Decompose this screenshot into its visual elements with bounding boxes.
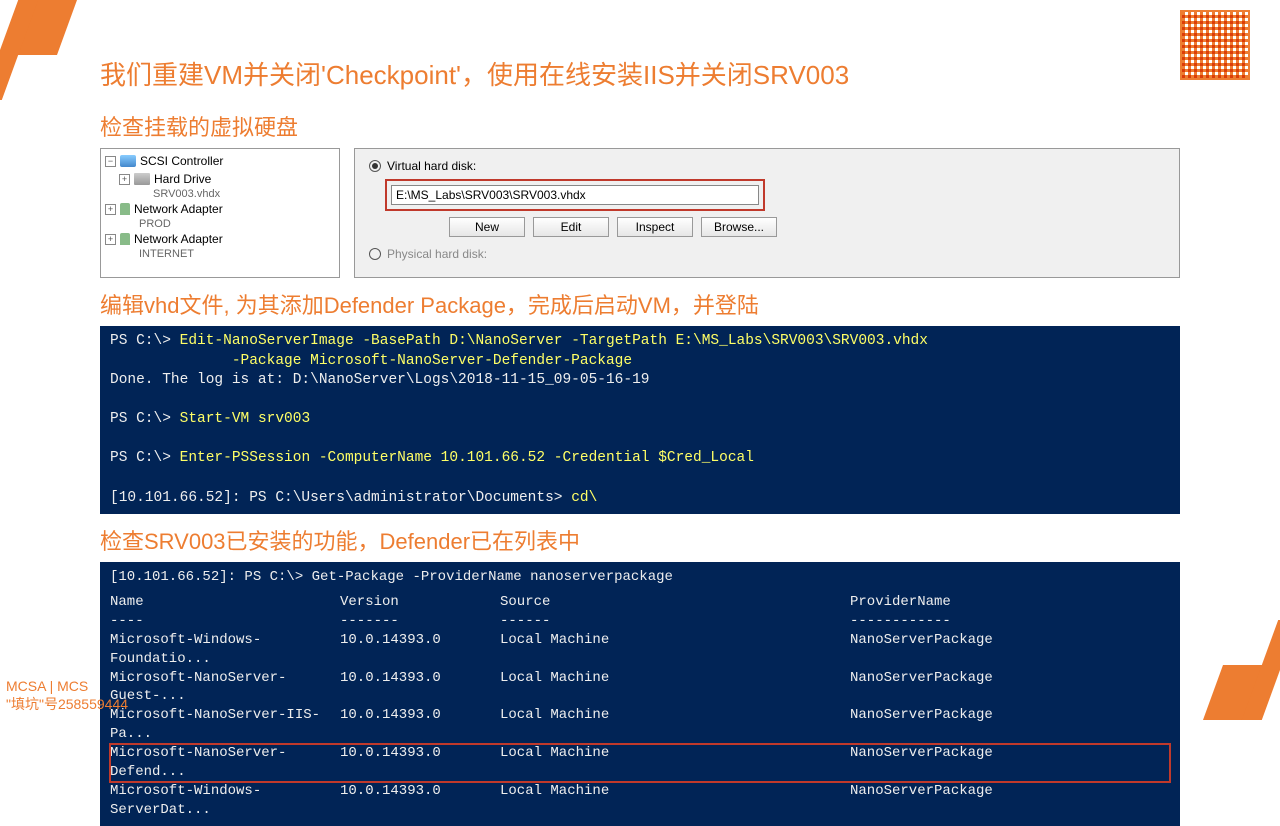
- radio-physical-disk[interactable]: Physical hard disk:: [369, 247, 1165, 261]
- inspect-button[interactable]: Inspect: [617, 217, 693, 237]
- expand-icon[interactable]: +: [119, 174, 130, 185]
- tree-item-network2[interactable]: + Network Adapter: [101, 230, 339, 248]
- radio-virtual-disk[interactable]: Virtual hard disk:: [369, 159, 1165, 173]
- expand-icon[interactable]: +: [105, 234, 116, 245]
- scsi-icon: [120, 155, 136, 167]
- ps-command: Get-Package -ProviderName nanoserverpack…: [312, 569, 673, 585]
- radio-unselected-icon: [369, 248, 381, 260]
- tree-sublabel: PROD: [101, 218, 339, 230]
- footer-line-2: "填坑"号258559444: [6, 694, 128, 714]
- collapse-icon[interactable]: −: [105, 156, 116, 167]
- network-icon: [120, 203, 130, 215]
- ps-prompt: [10.101.66.52]: PS C:\>: [110, 569, 312, 585]
- tree-item-scsi[interactable]: − SCSI Controller: [101, 152, 339, 170]
- vhd-path-highlight: [385, 179, 765, 211]
- vhd-settings-panel: Virtual hard disk: New Edit Inspect Brow…: [354, 148, 1180, 278]
- network-icon: [120, 233, 130, 245]
- powershell-block-2: [10.101.66.52]: PS C:\> Get-Package -Pro…: [100, 562, 1180, 826]
- package-row: Microsoft-Windows-ServerDat...10.0.14393…: [110, 782, 1170, 820]
- tree-item-harddrive[interactable]: + Hard Drive: [101, 170, 339, 188]
- tree-label: Network Adapter: [134, 202, 223, 216]
- package-row: Microsoft-Windows-Foundatio...10.0.14393…: [110, 631, 1170, 669]
- section-heading-edit-vhd: 编辑vhd文件, 为其添加Defender Package，完成后启动VM，并登…: [100, 288, 1180, 320]
- new-button[interactable]: New: [449, 217, 525, 237]
- tree-label: Hard Drive: [154, 172, 211, 186]
- footer: MCSA | MCS "填坑"号258559444: [6, 678, 128, 714]
- package-row: Microsoft-NanoServer-IIS-Pa...10.0.14393…: [110, 706, 1170, 744]
- vhd-path-input[interactable]: [391, 185, 759, 205]
- qr-code: [1180, 10, 1250, 80]
- powershell-block-1: PS C:\> Edit-NanoServerImage -BasePath D…: [100, 326, 1180, 514]
- footer-line-1: MCSA | MCS: [6, 678, 128, 694]
- package-table-divider: -----------------------------: [110, 612, 1170, 631]
- tree-label: Network Adapter: [134, 232, 223, 246]
- expand-icon[interactable]: +: [105, 204, 116, 215]
- tree-label: SCSI Controller: [140, 154, 223, 168]
- section-heading-vhd-check: 检查挂载的虚拟硬盘: [100, 110, 1180, 142]
- tree-item-network1[interactable]: + Network Adapter: [101, 200, 339, 218]
- package-row-defender-highlighted: Microsoft-NanoServer-Defend...10.0.14393…: [110, 744, 1170, 782]
- section-heading-check-packages: 检查SRV003已安装的功能，Defender已在列表中: [100, 524, 1180, 556]
- package-table-header: NameVersionSourceProviderName: [110, 593, 1170, 612]
- browse-button[interactable]: Browse...: [701, 217, 777, 237]
- radio-label: Virtual hard disk:: [387, 159, 476, 173]
- tree-sublabel: SRV003.vhdx: [101, 188, 339, 200]
- hardware-tree: − SCSI Controller + Hard Drive SRV003.vh…: [100, 148, 340, 278]
- harddrive-icon: [134, 173, 150, 185]
- page-title: 我们重建VM并关闭'Checkpoint'，使用在线安装IIS并关闭SRV003: [100, 55, 1180, 92]
- radio-selected-icon: [369, 160, 381, 172]
- package-row: Microsoft-NanoServer-Guest-...10.0.14393…: [110, 669, 1170, 707]
- tree-sublabel: INTERNET: [101, 248, 339, 260]
- radio-label: Physical hard disk:: [387, 247, 487, 261]
- edit-button[interactable]: Edit: [533, 217, 609, 237]
